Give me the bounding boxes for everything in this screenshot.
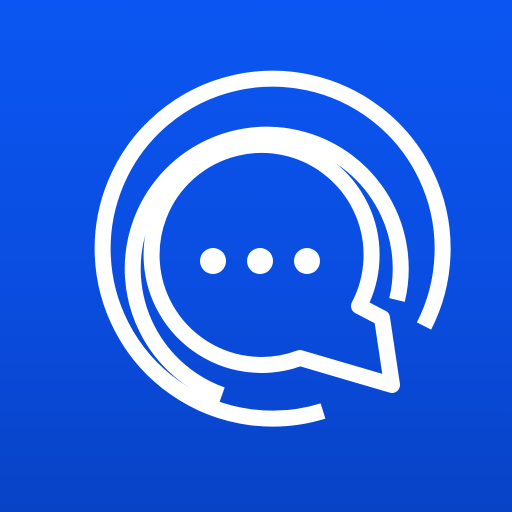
dot-icon-right [294, 248, 320, 274]
dot-icon-left [200, 248, 226, 274]
chat-app-icon [0, 0, 512, 512]
dot-icon-middle [247, 248, 273, 274]
chat-logo-graphic [94, 70, 451, 427]
